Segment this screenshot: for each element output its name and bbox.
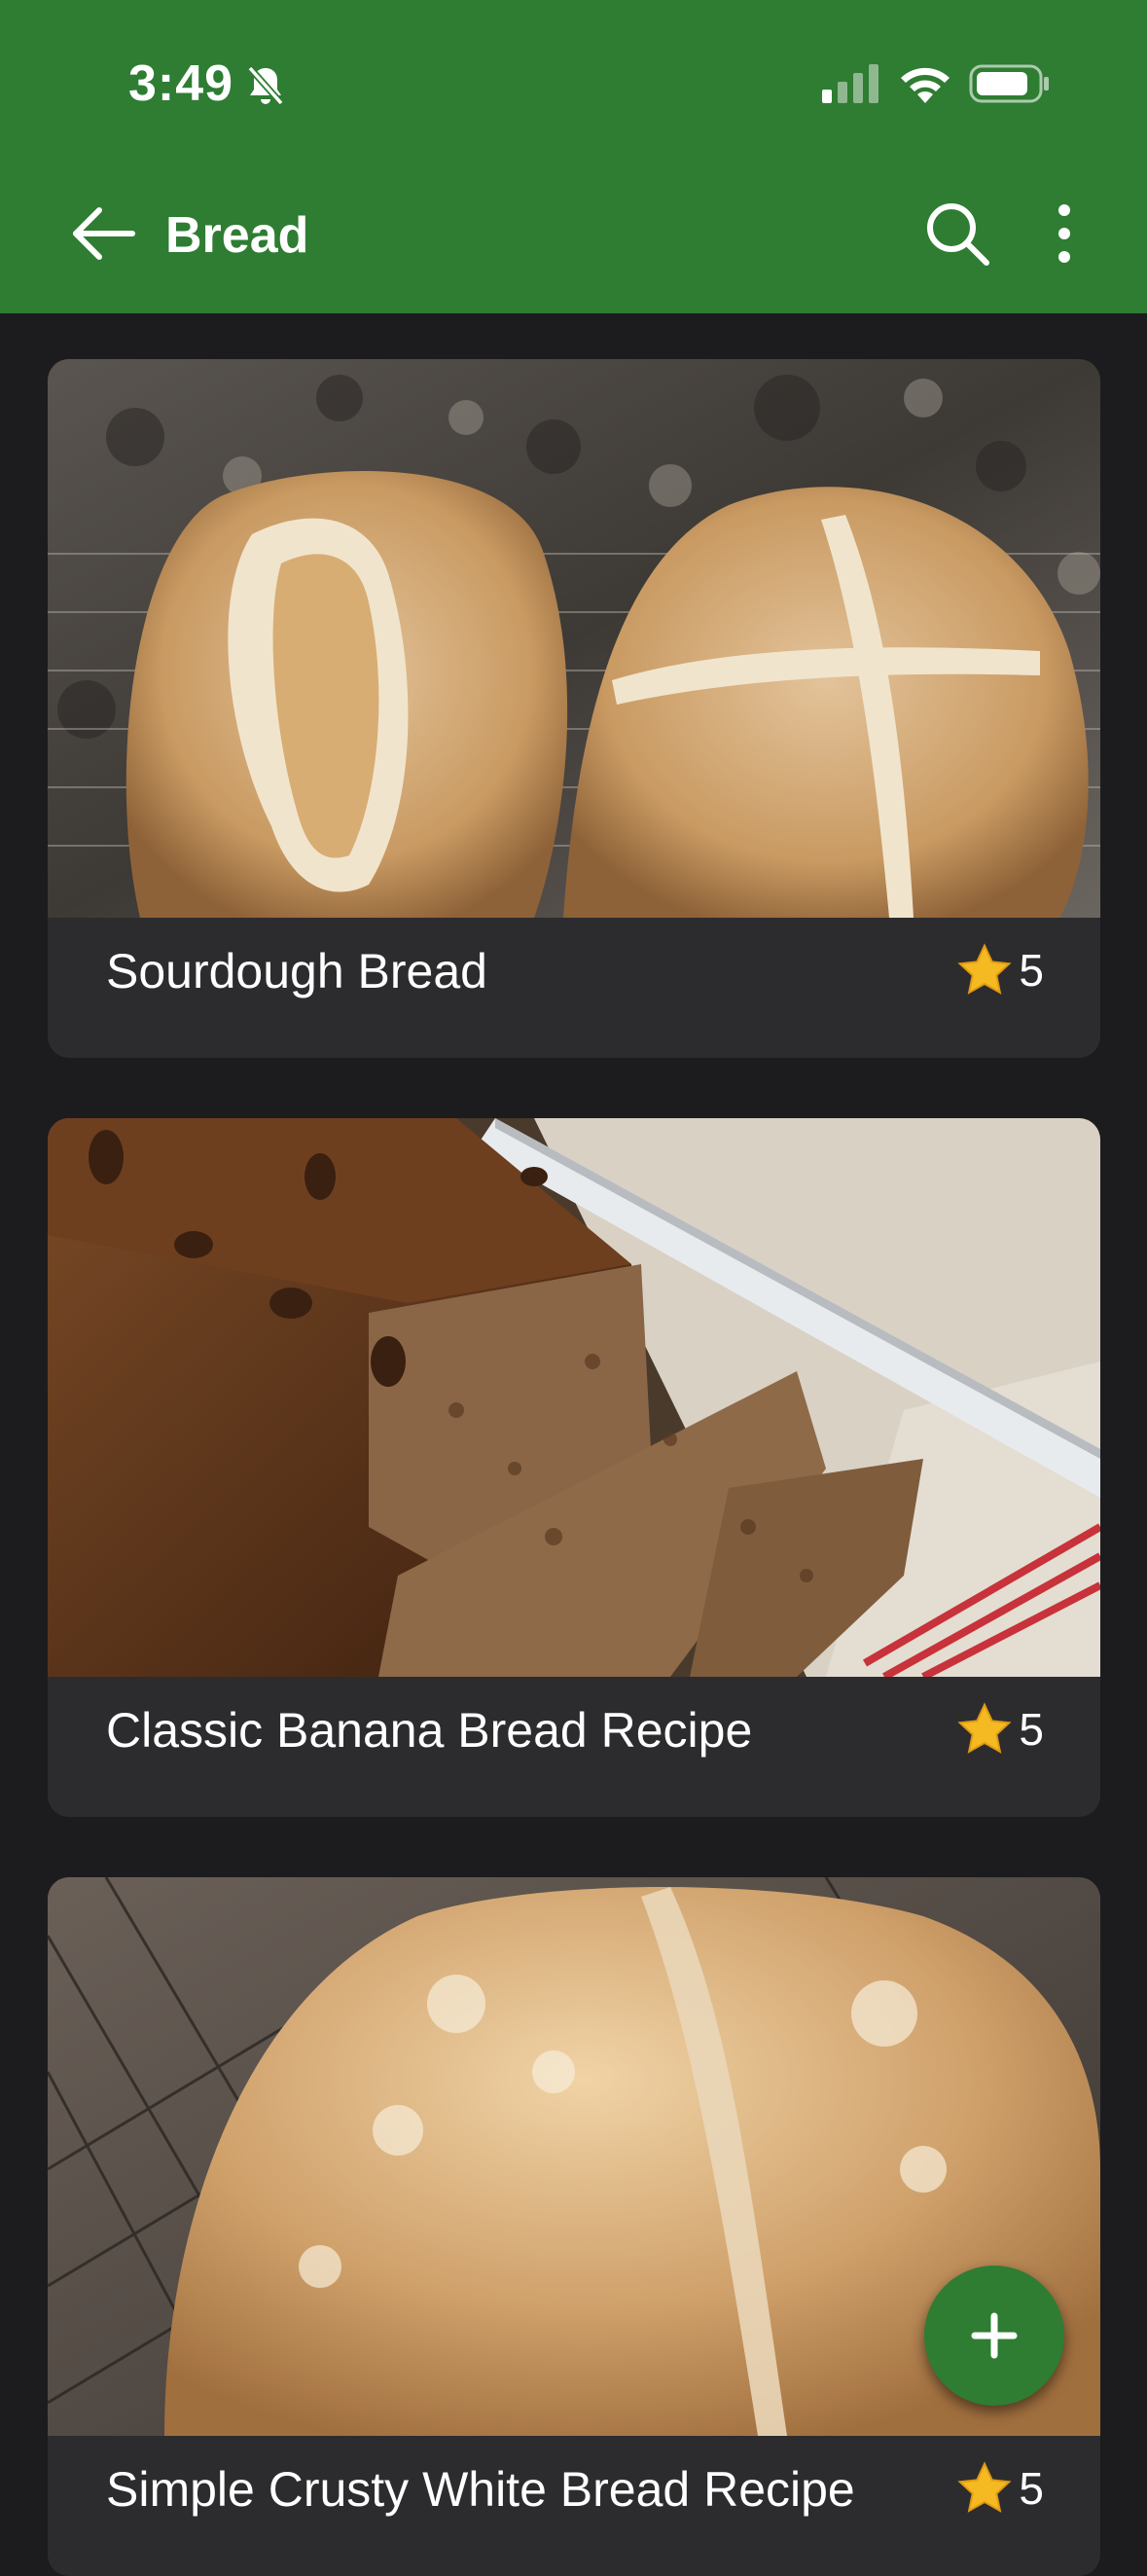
wifi-icon bbox=[901, 67, 950, 103]
battery-icon bbox=[969, 64, 1049, 103]
recipe-card[interactable]: Simple Crusty White Bread Recipe 5 bbox=[48, 1877, 1100, 2576]
plus-icon bbox=[971, 2312, 1018, 2359]
recipe-name: Sourdough Bread bbox=[106, 944, 487, 998]
search-icon[interactable] bbox=[922, 199, 992, 269]
rating-value: 5 bbox=[1019, 945, 1044, 996]
star-icon bbox=[957, 1702, 1012, 1754]
status-time: 3:49 bbox=[128, 55, 234, 112]
bell-muted-icon bbox=[247, 65, 284, 106]
page-title: Bread bbox=[165, 207, 309, 264]
recipe-card[interactable]: Classic Banana Bread Recipe 5 bbox=[48, 1118, 1100, 1817]
recipe-card[interactable]: Sourdough Bread 5 bbox=[48, 359, 1100, 1058]
recipe-rating: 5 bbox=[956, 2461, 1044, 2516]
star-icon bbox=[957, 2461, 1012, 2513]
recipe-name: Simple Crusty White Bread Recipe bbox=[106, 2462, 855, 2517]
star-icon bbox=[957, 943, 1012, 995]
recipe-photo bbox=[48, 1118, 1100, 1677]
more-vert-icon[interactable] bbox=[1039, 199, 1090, 269]
rating-value: 5 bbox=[1019, 1704, 1044, 1755]
recipe-name: Classic Banana Bread Recipe bbox=[106, 1703, 753, 1758]
recipe-rating: 5 bbox=[956, 1702, 1044, 1757]
recipe-photo bbox=[48, 359, 1100, 918]
back-arrow-icon[interactable] bbox=[68, 199, 138, 269]
rating-value: 5 bbox=[1019, 2463, 1044, 2514]
cell-signal-icon bbox=[822, 64, 878, 103]
add-recipe-button[interactable] bbox=[924, 2266, 1064, 2406]
recipe-rating: 5 bbox=[956, 943, 1044, 998]
app-header: 3:49 Bread bbox=[0, 0, 1147, 313]
